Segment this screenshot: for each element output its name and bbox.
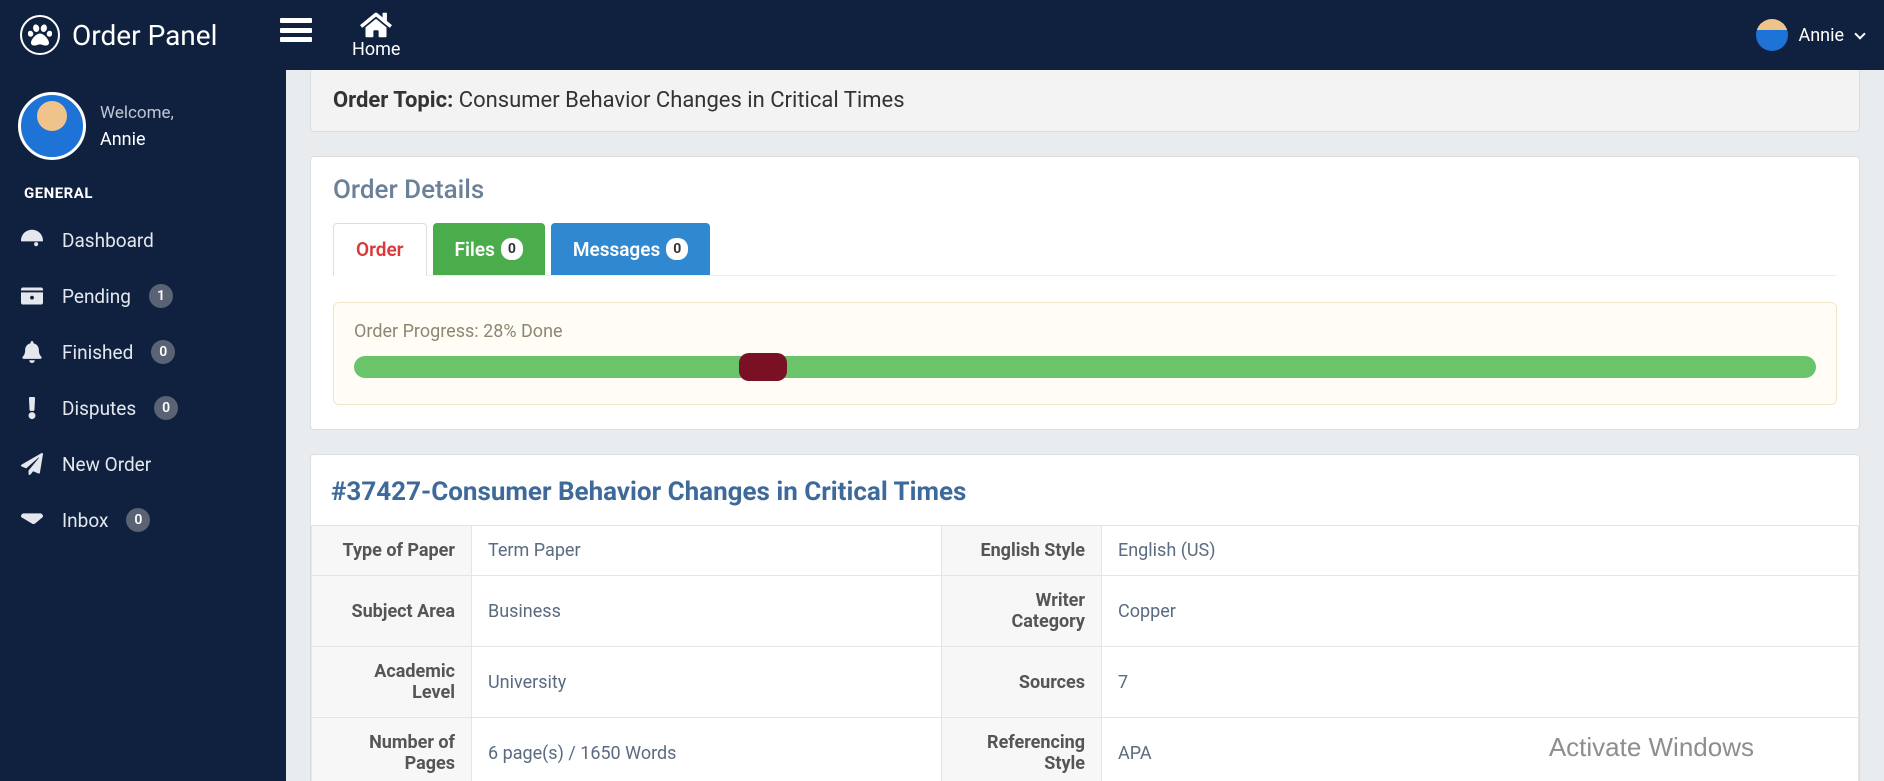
sidebar-item-label: Inbox [62,509,108,532]
topnav: Home [280,11,400,60]
home-icon [360,11,392,39]
detail-value: Business [472,576,942,647]
user-menu[interactable]: Annie [1756,19,1864,51]
sidebar-badge: 0 [154,396,178,420]
tab-files-badge: 0 [501,238,523,260]
user-name-top: Annie [1798,25,1844,46]
detail-key: Writer Category [942,576,1102,647]
order-topic-bar: Order Topic: Consumer Behavior Changes i… [310,70,1860,132]
app-root: Order Panel Home Annie Welcome, Annie GE… [0,0,1884,781]
finished-icon [20,340,44,364]
order-topic-value: Consumer Behavior Changes in Critical Ti… [459,88,905,113]
sidebar-item-label: Dashboard [62,229,154,252]
details-table: Type of PaperTerm PaperEnglish StyleEngl… [311,525,1859,781]
pending-icon [20,284,44,308]
sidebar-user-block: Welcome, Annie [0,84,286,178]
sidebar-item-new-order[interactable]: New Order [0,436,286,492]
sidebar-item-pending[interactable]: Pending 1 [0,268,286,324]
tab-files[interactable]: Files 0 [433,223,545,275]
topbar: Order Panel Home Annie [0,0,1884,70]
welcome-label: Welcome, [100,103,174,123]
sidebar: Welcome, Annie GENERAL Dashboard Pending 1… [0,70,286,781]
progress-bar[interactable] [354,356,1816,378]
sidebar-item-inbox[interactable]: Inbox 0 [0,492,286,548]
details-title: #37427-Consumer Behavior Changes in Crit… [311,473,1859,525]
tab-files-label: Files [455,238,495,261]
sidebar-item-label: Finished [62,341,133,364]
order-details-card: Order Details Order Files 0 Messages 0 O… [310,156,1860,430]
detail-value: APA [1102,718,1859,781]
order-topic-label: Order Topic: [333,88,453,113]
table-row: Subject AreaBusinessWriter CategoryCoppe… [312,576,1859,647]
table-row: Number of Pages6 page(s) / 1650 WordsRef… [312,718,1859,781]
detail-value: University [472,647,942,718]
nav-list: Dashboard Pending 1 Finished 0 Disputes 0 New O… [0,212,286,548]
sidebar-item-label: New Order [62,453,151,476]
tab-messages-badge: 0 [666,238,688,260]
sidebar-item-dashboard[interactable]: Dashboard [0,212,286,268]
tab-messages-label: Messages [573,238,660,261]
progress-knob[interactable] [739,353,787,381]
detail-key: Number of Pages [312,718,472,781]
detail-value: 7 [1102,647,1859,718]
sidebar-item-disputes[interactable]: Disputes 0 [0,380,286,436]
detail-key: Sources [942,647,1102,718]
user-text: Welcome, Annie [100,103,174,150]
home-button[interactable]: Home [352,11,400,60]
progress-section: Order Progress: 28% Done [333,302,1837,405]
table-row: Academic LevelUniversitySources7 [312,647,1859,718]
tab-messages[interactable]: Messages 0 [551,223,710,275]
sidebar-badge: 1 [149,284,173,308]
dashboard-icon [20,228,44,252]
sidebar-username: Annie [100,129,174,150]
sidebar-item-label: Disputes [62,397,136,420]
detail-value: Copper [1102,576,1859,647]
sidebar-item-label: Pending [62,285,131,308]
tab-order-label: Order [356,238,404,261]
detail-value: English (US) [1102,526,1859,576]
detail-value: Term Paper [472,526,942,576]
hamburger-icon[interactable] [280,18,312,42]
order-details-heading: Order Details [333,175,1837,205]
sidebar-badge: 0 [126,508,150,532]
chevron-down-icon [1854,28,1865,39]
details-card: #37427-Consumer Behavior Changes in Crit… [310,454,1860,781]
paw-icon [20,15,60,55]
new-order-icon [20,452,44,476]
main-content: Order Topic: Consumer Behavior Changes i… [286,70,1884,781]
tabs: Order Files 0 Messages 0 [333,223,1837,276]
sidebar-section-label: GENERAL [0,178,286,212]
detail-key: Academic Level [312,647,472,718]
avatar-icon [1756,19,1788,51]
sidebar-badge: 0 [151,340,175,364]
brand[interactable]: Order Panel [20,15,280,55]
brand-title: Order Panel [72,19,217,52]
detail-key: Subject Area [312,576,472,647]
sidebar-item-finished[interactable]: Finished 0 [0,324,286,380]
avatar-icon [18,92,86,160]
tab-order[interactable]: Order [333,223,427,276]
disputes-icon [20,396,44,420]
inbox-icon [20,508,44,532]
detail-key: Type of Paper [312,526,472,576]
detail-key: English Style [942,526,1102,576]
detail-key: Referencing Style [942,718,1102,781]
detail-value: 6 page(s) / 1650 Words [472,718,942,781]
table-row: Type of PaperTerm PaperEnglish StyleEngl… [312,526,1859,576]
progress-label: Order Progress: 28% Done [354,321,1816,342]
home-label: Home [352,39,400,60]
